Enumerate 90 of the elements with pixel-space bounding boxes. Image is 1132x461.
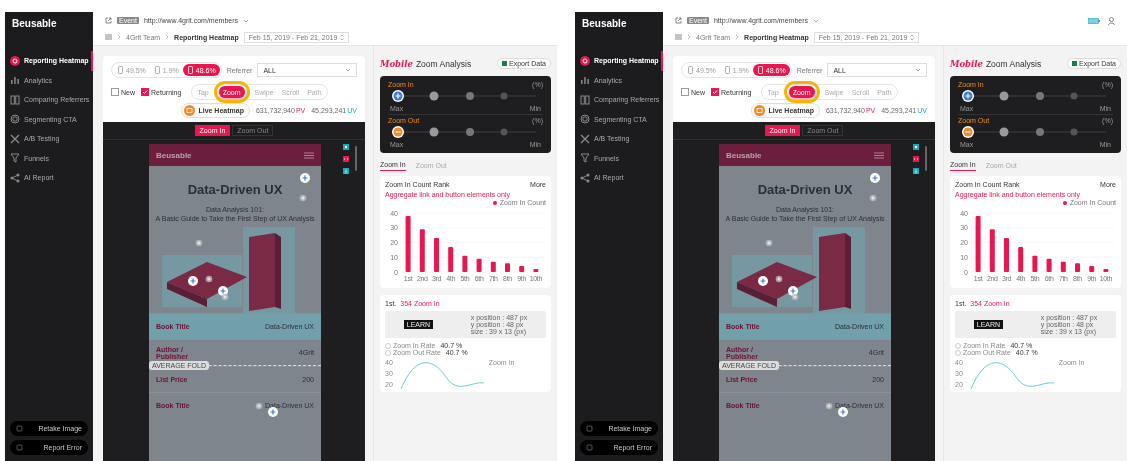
download-icon[interactable] bbox=[913, 168, 919, 174]
panel-title: Zoom Analysis bbox=[985, 58, 1042, 69]
target-icon bbox=[10, 55, 20, 66]
zoom-marker-icon bbox=[775, 275, 783, 284]
external-link-icon[interactable] bbox=[105, 17, 112, 24]
target-icon bbox=[580, 55, 590, 66]
chart-bar bbox=[1046, 258, 1052, 272]
nodes-icon bbox=[580, 172, 590, 183]
preview-title: Data-Driven UX bbox=[757, 182, 853, 197]
chart-bar bbox=[505, 263, 510, 272]
zoom-marker-icon bbox=[837, 406, 849, 418]
bar-chart-icon bbox=[10, 75, 20, 86]
monitor-icon bbox=[754, 105, 766, 116]
external-link-icon[interactable] bbox=[675, 17, 682, 24]
chevron-right-icon bbox=[735, 34, 740, 40]
zoom-marker-icon bbox=[205, 275, 213, 284]
chart-bar bbox=[975, 215, 981, 272]
chart-bar bbox=[434, 238, 439, 272]
chart-bar bbox=[419, 229, 425, 272]
preview-logo: Beusable bbox=[156, 150, 192, 160]
mobile-label: Mobile bbox=[380, 58, 413, 69]
zoom-marker-icon bbox=[187, 275, 199, 288]
columns-icon bbox=[580, 94, 590, 105]
chart-bar bbox=[1060, 261, 1066, 272]
zoom-marker-icon bbox=[299, 194, 307, 202]
cross-icon bbox=[580, 133, 590, 144]
phone-icon bbox=[723, 66, 731, 74]
zoom-marker-icon bbox=[869, 194, 877, 202]
zoom-marker-icon bbox=[195, 239, 203, 248]
checkmark-icon bbox=[712, 89, 718, 95]
checkmark-icon bbox=[142, 89, 148, 95]
phone-icon bbox=[186, 66, 194, 74]
mobile-label: Mobile bbox=[950, 58, 983, 69]
sort-arrows-icon bbox=[910, 33, 915, 41]
chart-bar bbox=[519, 266, 525, 272]
chevron-down-icon[interactable] bbox=[243, 18, 250, 23]
chart-bar bbox=[989, 229, 995, 272]
chart-bar bbox=[1004, 238, 1009, 272]
nodes-icon bbox=[10, 172, 20, 183]
chart-bar bbox=[448, 246, 454, 272]
preview-logo: Beusable bbox=[726, 150, 762, 160]
spreadsheet-icon bbox=[502, 61, 508, 66]
eye-icon[interactable] bbox=[913, 144, 919, 150]
preview-title: Data-Driven UX bbox=[187, 182, 283, 197]
phone-icon bbox=[117, 66, 124, 74]
phone-icon bbox=[153, 66, 161, 74]
chart-bar bbox=[490, 261, 496, 272]
code-icon[interactable] bbox=[913, 156, 919, 162]
app-logo: Beusable bbox=[581, 18, 628, 29]
chevron-right-icon bbox=[687, 34, 691, 40]
zoom-marker-icon bbox=[267, 406, 279, 418]
phone-icon bbox=[687, 66, 694, 74]
chevron-down-icon bbox=[345, 68, 351, 72]
chart-bar bbox=[533, 269, 539, 272]
zoom-marker-icon bbox=[299, 172, 311, 184]
chart-bar bbox=[1018, 246, 1024, 272]
chart-bar bbox=[462, 255, 468, 272]
bar-chart-icon bbox=[580, 75, 590, 86]
spreadsheet-icon bbox=[1072, 61, 1078, 66]
chart-bar bbox=[1103, 269, 1109, 272]
monitor-icon bbox=[184, 105, 196, 116]
app-logo: Beusable bbox=[11, 18, 58, 29]
cross-icon bbox=[10, 133, 20, 144]
funnel-icon bbox=[10, 153, 20, 164]
chart-bar bbox=[405, 215, 411, 272]
zoom-marker-icon bbox=[765, 239, 773, 248]
chart-bar bbox=[476, 258, 482, 272]
sort-arrows-icon bbox=[340, 33, 345, 41]
eye-icon[interactable] bbox=[343, 144, 349, 150]
menu-icon bbox=[304, 151, 314, 159]
phone-icon bbox=[756, 66, 764, 74]
chevron-down-icon bbox=[915, 68, 921, 72]
zoom-marker-icon bbox=[757, 275, 769, 288]
chart-bar bbox=[1089, 266, 1095, 272]
zoom-marker-icon bbox=[825, 402, 833, 410]
columns-icon bbox=[10, 94, 20, 105]
zoom-marker-icon bbox=[869, 172, 881, 184]
battery-icon bbox=[1088, 17, 1100, 24]
zoom-marker-icon bbox=[255, 402, 263, 410]
user-icon[interactable] bbox=[1108, 16, 1115, 25]
chevron-down-icon[interactable] bbox=[813, 18, 820, 23]
chevron-right-icon bbox=[165, 34, 170, 40]
chevron-right-icon bbox=[117, 34, 121, 40]
funnel-icon bbox=[580, 153, 590, 164]
menu-icon bbox=[874, 151, 884, 159]
download-icon[interactable] bbox=[343, 168, 349, 174]
code-icon[interactable] bbox=[343, 156, 349, 162]
panel-title: Zoom Analysis bbox=[415, 58, 472, 69]
chart-bar bbox=[1075, 263, 1080, 272]
chart-bar bbox=[1032, 255, 1038, 272]
